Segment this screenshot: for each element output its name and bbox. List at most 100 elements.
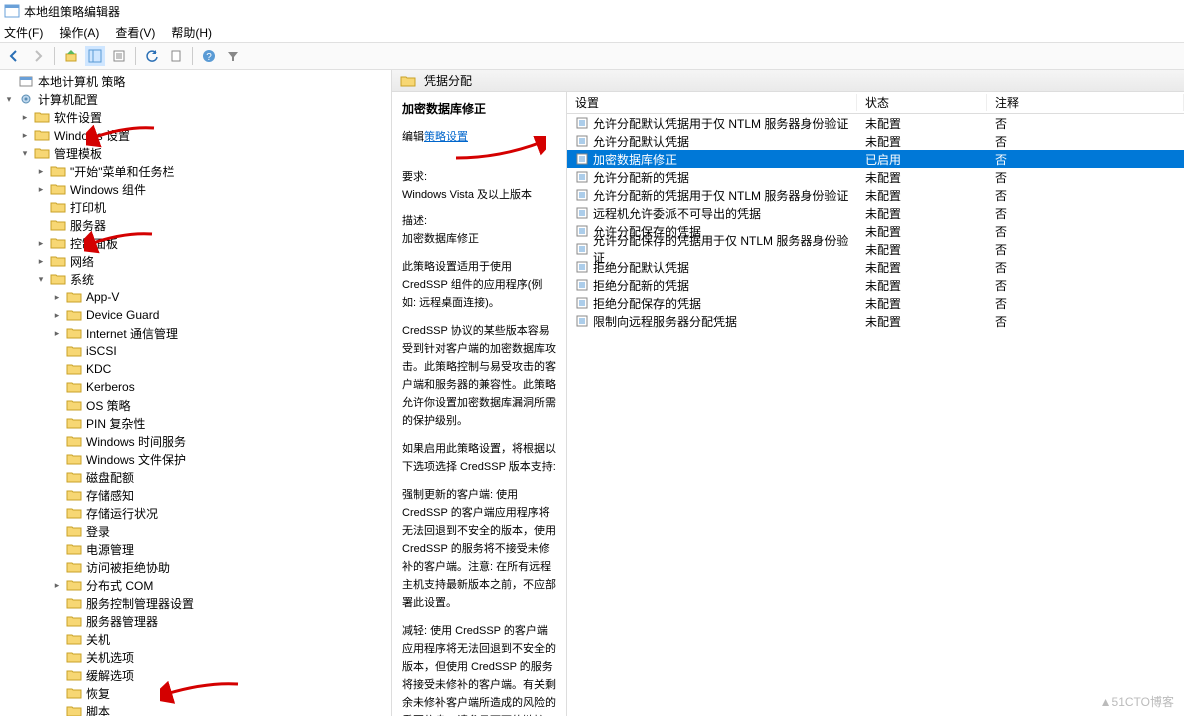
tree-system-child[interactable]: PIN 复杂性: [0, 414, 391, 432]
twisty-icon[interactable]: ▸: [34, 184, 48, 195]
folder-icon: [66, 398, 82, 412]
tree-system-child[interactable]: Windows 文件保护: [0, 450, 391, 468]
menu-file[interactable]: 文件(F): [4, 24, 43, 41]
tree-system-child[interactable]: 磁盘配额: [0, 468, 391, 486]
app-icon: [4, 3, 20, 19]
column-setting[interactable]: 设置: [567, 94, 857, 111]
tree-control-panel[interactable]: ▸ 控制面板: [0, 234, 391, 252]
up-button[interactable]: [61, 46, 81, 66]
help-button[interactable]: ?: [199, 46, 219, 66]
column-comment[interactable]: 注释: [987, 94, 1184, 111]
folder-icon: [66, 380, 82, 394]
list-row[interactable]: 允许分配新的凭据用于仅 NTLM 服务器身份验证 未配置 否: [567, 186, 1184, 204]
properties-button[interactable]: [109, 46, 129, 66]
folder-icon: [66, 704, 82, 716]
menu-action[interactable]: 操作(A): [59, 24, 99, 41]
menu-bar: 文件(F) 操作(A) 查看(V) 帮助(H): [0, 22, 1184, 42]
settings-list[interactable]: 设置 状态 注释 允许分配默认凭据用于仅 NTLM 服务器身份验证 未配置 否 …: [566, 92, 1184, 716]
list-row[interactable]: 限制向远程服务器分配凭据 未配置 否: [567, 312, 1184, 330]
column-status[interactable]: 状态: [857, 94, 987, 111]
tree-system-child[interactable]: 关机选项: [0, 648, 391, 666]
list-row[interactable]: 拒绝分配默认凭据 未配置 否: [567, 258, 1184, 276]
setting-status: 未配置: [857, 115, 987, 132]
twisty-icon[interactable]: ▸: [50, 580, 64, 591]
twisty-icon[interactable]: ▾: [34, 274, 48, 285]
twisty-icon[interactable]: ▸: [18, 112, 32, 123]
menu-help[interactable]: 帮助(H): [171, 24, 212, 41]
refresh-button[interactable]: [142, 46, 162, 66]
show-tree-button[interactable]: [85, 46, 105, 66]
tree-printers[interactable]: 打印机: [0, 198, 391, 216]
tree-system-child[interactable]: 服务控制管理器设置: [0, 594, 391, 612]
title-bar: 本地组策略编辑器: [0, 0, 1184, 22]
tree-system-child[interactable]: 关机: [0, 630, 391, 648]
tree-system-child[interactable]: 登录: [0, 522, 391, 540]
twisty-icon[interactable]: ▸: [34, 256, 48, 267]
menu-view[interactable]: 查看(V): [115, 24, 155, 41]
setting-name: 拒绝分配保存的凭据: [593, 295, 701, 312]
twisty-icon[interactable]: ▸: [34, 238, 48, 249]
tree-software-settings[interactable]: ▸ 软件设置: [0, 108, 391, 126]
details-header: 凭据分配: [392, 70, 1184, 92]
list-row[interactable]: 允许分配保存的凭据用于仅 NTLM 服务器身份验证 未配置 否: [567, 240, 1184, 258]
twisty-icon[interactable]: ▸: [50, 310, 64, 321]
tree-admin-templates[interactable]: ▾ 管理模板: [0, 144, 391, 162]
setting-comment: 否: [987, 295, 1184, 312]
list-row[interactable]: 拒绝分配保存的凭据 未配置 否: [567, 294, 1184, 312]
setting-comment: 否: [987, 115, 1184, 132]
setting-status: 未配置: [857, 241, 987, 258]
tree-system-child[interactable]: 服务器管理器: [0, 612, 391, 630]
folder-icon: [66, 434, 82, 448]
tree-system-child[interactable]: 脚本: [0, 702, 391, 716]
tree-system-child[interactable]: ▸ Internet 通信管理: [0, 324, 391, 342]
twisty-icon[interactable]: ▾: [18, 148, 32, 159]
twisty-icon[interactable]: ▾: [2, 94, 16, 105]
list-row[interactable]: 允许分配新的凭据 未配置 否: [567, 168, 1184, 186]
tree-system-child[interactable]: 恢复: [0, 684, 391, 702]
tree-windows-components[interactable]: ▸ Windows 组件: [0, 180, 391, 198]
tree-system-child[interactable]: ▸ Device Guard: [0, 306, 391, 324]
tree-system-child[interactable]: 缓解选项: [0, 666, 391, 684]
tree-pane[interactable]: 本地计算机 策略 ▾ 计算机配置 ▸ 软件设置 ▸ Windows 设置 ▾ 管…: [0, 70, 392, 716]
tree-network[interactable]: ▸ 网络: [0, 252, 391, 270]
edit-policy-link[interactable]: 策略设置: [424, 128, 468, 146]
back-button[interactable]: [4, 46, 24, 66]
folder-icon: [50, 254, 66, 268]
tree-system-child[interactable]: 存储感知: [0, 486, 391, 504]
list-row[interactable]: 拒绝分配新的凭据 未配置 否: [567, 276, 1184, 294]
tree-start-menu[interactable]: ▸ "开始"菜单和任务栏: [0, 162, 391, 180]
tree-label: 登录: [84, 523, 110, 540]
twisty-icon[interactable]: ▸: [50, 292, 64, 303]
list-row[interactable]: 远程机允许委派不可导出的凭据 未配置 否: [567, 204, 1184, 222]
tree-system-child[interactable]: Kerberos: [0, 378, 391, 396]
tree-system-child[interactable]: iSCSI: [0, 342, 391, 360]
tree-label: 打印机: [68, 199, 106, 216]
twisty-icon[interactable]: ▸: [18, 130, 32, 141]
tree-root[interactable]: 本地计算机 策略: [0, 72, 391, 90]
folder-icon: [66, 632, 82, 646]
tree-system-child[interactable]: Windows 时间服务: [0, 432, 391, 450]
filter-button[interactable]: [223, 46, 243, 66]
export-button[interactable]: [166, 46, 186, 66]
tree-windows-settings[interactable]: ▸ Windows 设置: [0, 126, 391, 144]
tree-system-child[interactable]: 电源管理: [0, 540, 391, 558]
window-title: 本地组策略编辑器: [24, 3, 120, 20]
forward-button[interactable]: [28, 46, 48, 66]
tree-system-child[interactable]: OS 策略: [0, 396, 391, 414]
tree-system[interactable]: ▾ 系统: [0, 270, 391, 288]
tree-system-child[interactable]: ▸ 分布式 COM: [0, 576, 391, 594]
tree-label: Device Guard: [84, 308, 159, 322]
tree-system-child[interactable]: 访问被拒绝协助: [0, 558, 391, 576]
tree-system-child[interactable]: 存储运行状况: [0, 504, 391, 522]
list-row[interactable]: 允许分配默认凭据用于仅 NTLM 服务器身份验证 未配置 否: [567, 114, 1184, 132]
setting-status: 未配置: [857, 169, 987, 186]
tree-computer-config[interactable]: ▾ 计算机配置: [0, 90, 391, 108]
list-row[interactable]: 加密数据库修正 已启用 否: [567, 150, 1184, 168]
list-row[interactable]: 允许分配默认凭据 未配置 否: [567, 132, 1184, 150]
tree-servers[interactable]: 服务器: [0, 216, 391, 234]
tree-system-child[interactable]: KDC: [0, 360, 391, 378]
twisty-icon[interactable]: ▸: [34, 166, 48, 177]
tree-system-child[interactable]: ▸ App-V: [0, 288, 391, 306]
twisty-icon[interactable]: ▸: [50, 328, 64, 339]
tree-label: Windows 时间服务: [84, 433, 186, 450]
